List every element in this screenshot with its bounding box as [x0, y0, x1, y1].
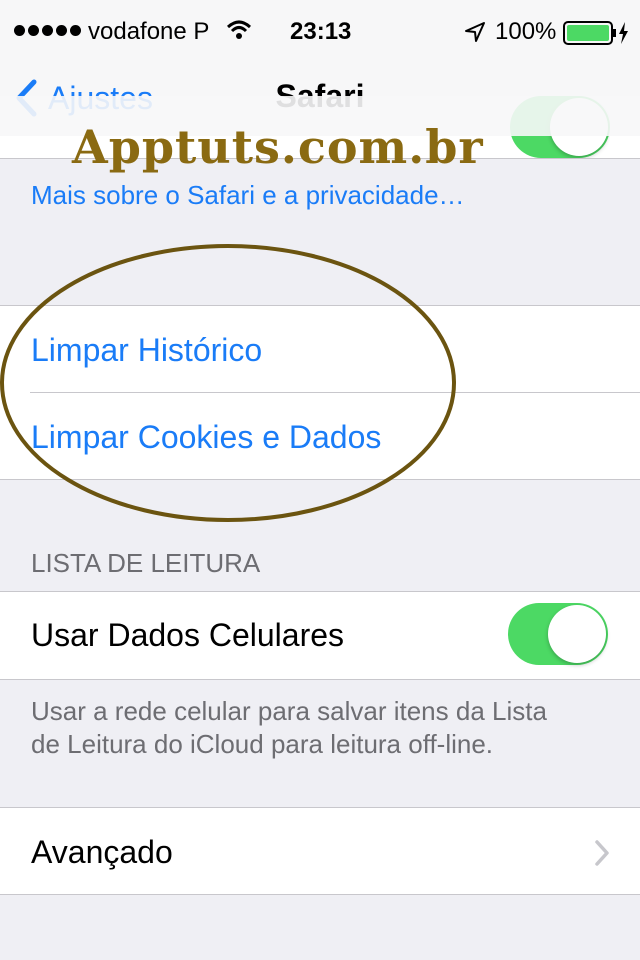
clock: 23:13	[290, 18, 352, 45]
privacy-info-link[interactable]: Mais sobre o Safari e a privacidade…	[31, 180, 465, 211]
carrier-name: vodafone P	[88, 18, 210, 45]
watermark-text: Apptuts.com.br	[72, 120, 484, 174]
advanced-label: Avançado	[31, 834, 173, 870]
chevron-right-icon	[595, 840, 609, 866]
battery-charging-icon	[563, 21, 628, 45]
wifi-icon	[226, 20, 252, 39]
signal-strength-icon	[14, 25, 81, 36]
reading-list-footnote: Usar a rede celular para salvar itens da…	[31, 696, 547, 759]
use-cellular-label: Usar Dados Celulares	[31, 617, 345, 653]
reading-list-header: LISTA DE LEITURA	[31, 548, 261, 578]
battery-percentage: 100%	[495, 18, 557, 45]
annotation-oval	[0, 244, 456, 522]
location-arrow-icon	[465, 22, 485, 42]
use-cellular-toggle[interactable]	[508, 603, 608, 665]
